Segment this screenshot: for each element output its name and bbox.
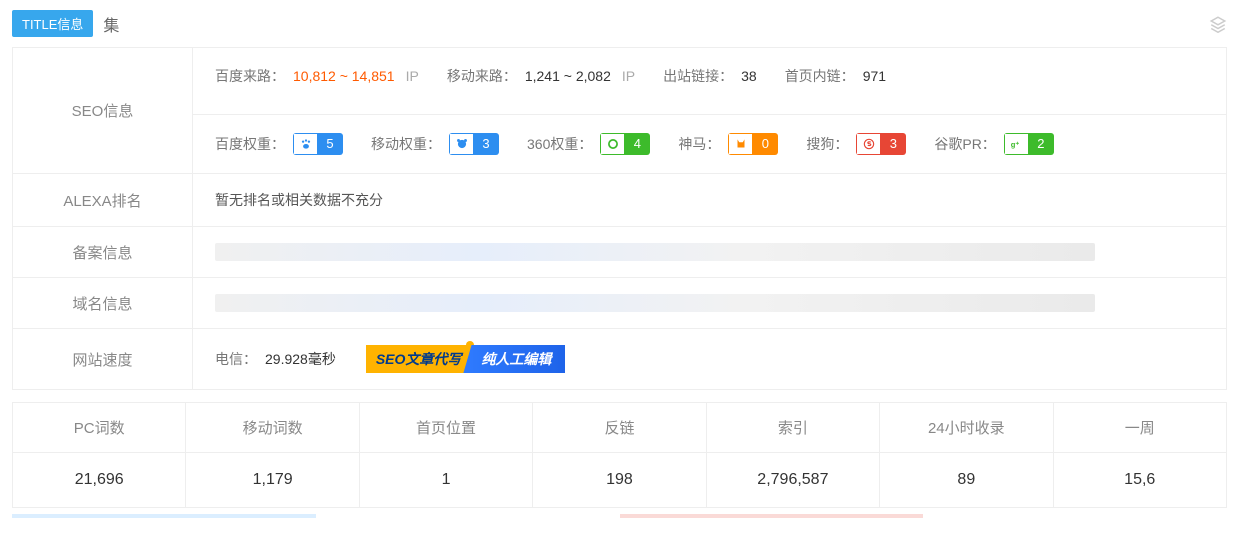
circle-arc-icon: [600, 133, 624, 155]
s-icon: [856, 133, 880, 155]
layers-icon[interactable]: [1209, 15, 1227, 33]
seo-traffic-sub: 百度来路： 10,812 ~ 14,851 IP 移动来路： 1,241 ~ 2…: [193, 48, 1226, 104]
title-suffix: 集: [103, 12, 119, 36]
shenma[interactable]: 神马： 0: [678, 133, 778, 155]
redacted-content: [215, 294, 1095, 312]
seo-weight-sub: 百度权重： 5 移动权重： 3 360权重：: [193, 114, 1226, 173]
google-pr[interactable]: 谷歌PR： g⁺ 2: [934, 133, 1053, 155]
stats-head: 反链: [533, 403, 705, 453]
360-weight-badge: 4: [600, 133, 650, 155]
stats-val: 1,179: [186, 453, 358, 507]
mobile-from: 移动来路： 1,241 ~ 2,082 IP: [447, 66, 635, 86]
baidu-from: 百度来路： 10,812 ~ 14,851 IP: [215, 66, 419, 86]
redacted-content: [215, 243, 1095, 261]
stats-val: 1: [360, 453, 532, 507]
stats-head: 移动词数: [186, 403, 358, 453]
title-info-tag: TITLE信息: [12, 10, 93, 37]
stats-head: 24小时收录: [880, 403, 1052, 453]
row-label-beian: 备案信息: [13, 227, 193, 277]
stats-val: 198: [533, 453, 705, 507]
outlinks: 出站链接： 38: [663, 66, 757, 86]
row-label-speed: 网站速度: [13, 329, 193, 389]
stats-col[interactable]: 24小时收录89: [880, 403, 1053, 507]
stats-head: 索引: [707, 403, 879, 453]
g-plus-icon: g⁺: [1004, 133, 1028, 155]
stats-head: PC词数: [13, 403, 185, 453]
beian-row: 备案信息: [13, 227, 1226, 278]
seo-info-row: SEO信息 百度来路： 10,812 ~ 14,851 IP 移动来路： 1,2…: [13, 48, 1226, 174]
stats-table: PC词数21,696移动词数1,179首页位置1反链198索引2,796,587…: [12, 402, 1227, 508]
row-label-domain: 域名信息: [13, 278, 193, 328]
domain-row: 域名信息: [13, 278, 1226, 329]
stats-head: 首页位置: [360, 403, 532, 453]
row-label-alexa: ALEXA排名: [13, 174, 193, 226]
stats-val: 89: [880, 453, 1052, 507]
home-inlinks: 首页内链： 971: [785, 66, 886, 86]
stats-val: 21,696: [13, 453, 185, 507]
baidu-weight[interactable]: 百度权重： 5: [215, 133, 343, 155]
google-pr-badge: g⁺ 2: [1004, 133, 1054, 155]
stats-col[interactable]: PC词数21,696: [13, 403, 186, 507]
bottom-accent-bars: [12, 514, 1227, 518]
mobile-weight-badge: 3: [449, 133, 499, 155]
title-row: TITLE信息 集: [0, 0, 1239, 47]
mobile-weight[interactable]: 移动权重： 3: [371, 133, 499, 155]
alexa-row: ALEXA排名 暂无排名或相关数据不充分: [13, 174, 1226, 227]
stats-col[interactable]: 一周15,6: [1054, 403, 1226, 507]
360-weight[interactable]: 360权重： 4: [527, 133, 650, 155]
alexa-value: 暂无排名或相关数据不充分: [215, 190, 383, 210]
seo-info-table: SEO信息 百度来路： 10,812 ~ 14,851 IP 移动来路： 1,2…: [12, 47, 1227, 390]
seo-ad-banner[interactable]: SEO文章代写 纯人工编辑: [366, 345, 566, 373]
speed-value: 电信： 29.928毫秒: [215, 349, 336, 369]
stats-head: 一周: [1054, 403, 1226, 453]
svg-text:g⁺: g⁺: [1011, 140, 1020, 149]
stats-col[interactable]: 移动词数1,179: [186, 403, 359, 507]
sogou-badge: 3: [856, 133, 906, 155]
stats-col[interactable]: 反链198: [533, 403, 706, 507]
paw-icon: [293, 133, 317, 155]
sogou[interactable]: 搜狗： 3: [806, 133, 906, 155]
row-label-seo: SEO信息: [13, 48, 193, 173]
cat-icon: [728, 133, 752, 155]
stats-col[interactable]: 首页位置1: [360, 403, 533, 507]
speed-row: 网站速度 电信： 29.928毫秒 SEO文章代写 纯人工编辑: [13, 329, 1226, 389]
stats-val: 2,796,587: [707, 453, 879, 507]
stats-col[interactable]: 索引2,796,587: [707, 403, 880, 507]
bear-icon: [449, 133, 473, 155]
baidu-weight-badge: 5: [293, 133, 343, 155]
stats-val: 15,6: [1054, 453, 1226, 507]
shenma-badge: 0: [728, 133, 778, 155]
